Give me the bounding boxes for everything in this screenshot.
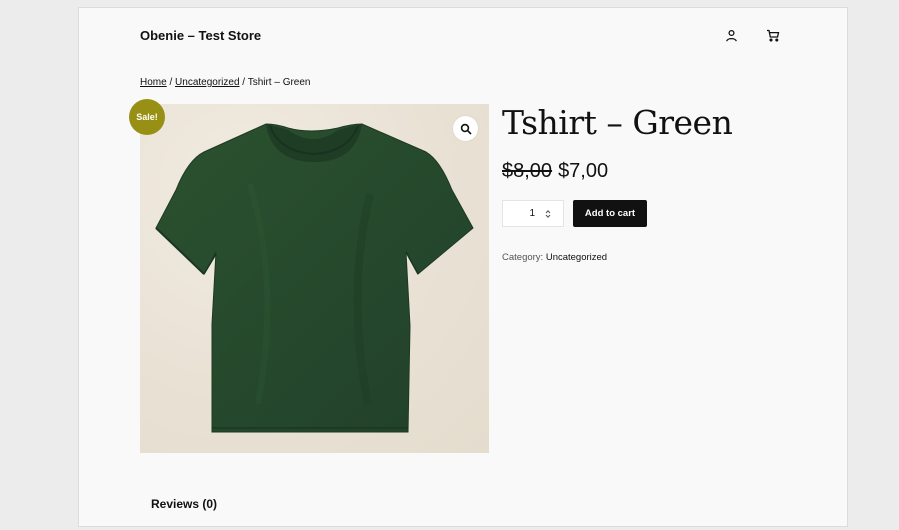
quantity-value[interactable]: 1 [529, 208, 535, 219]
breadcrumb-home-link[interactable]: Home [140, 77, 167, 88]
quantity-stepper[interactable]: 1 [502, 200, 564, 227]
category-link[interactable]: Uncategorized [546, 252, 607, 263]
category-label: Category: [502, 252, 544, 263]
old-price: $8,00 [502, 160, 553, 182]
magnifier-icon[interactable] [453, 116, 478, 141]
sale-badge: Sale! [129, 99, 165, 135]
add-to-cart-button[interactable]: Add to cart [573, 200, 647, 227]
breadcrumb-current: Tshirt – Green [247, 77, 311, 88]
user-icon[interactable] [723, 27, 739, 43]
tab-reviews[interactable]: Reviews (0) [151, 497, 217, 511]
breadcrumb-separator: / [242, 77, 246, 88]
product-image[interactable] [140, 104, 489, 453]
product-meta: Category: Uncategorized [502, 252, 607, 263]
breadcrumb-separator: / [169, 77, 173, 88]
breadcrumb-category-link[interactable]: Uncategorized [175, 77, 239, 88]
site-title[interactable]: Obenie – Test Store [140, 28, 261, 43]
cart-icon[interactable] [765, 27, 781, 43]
breadcrumb: Home / Uncategorized / Tshirt – Green [140, 77, 311, 88]
t-shirt-image [155, 123, 474, 433]
page-frame: Obenie – Test Store Home / Uncategorized… [78, 7, 848, 527]
spinner-arrows-icon[interactable] [545, 209, 551, 219]
sale-price: $7,00 [558, 160, 609, 182]
price: $8,00 $7,00 [502, 160, 608, 183]
product-title: Tshirt – Green [502, 103, 733, 142]
